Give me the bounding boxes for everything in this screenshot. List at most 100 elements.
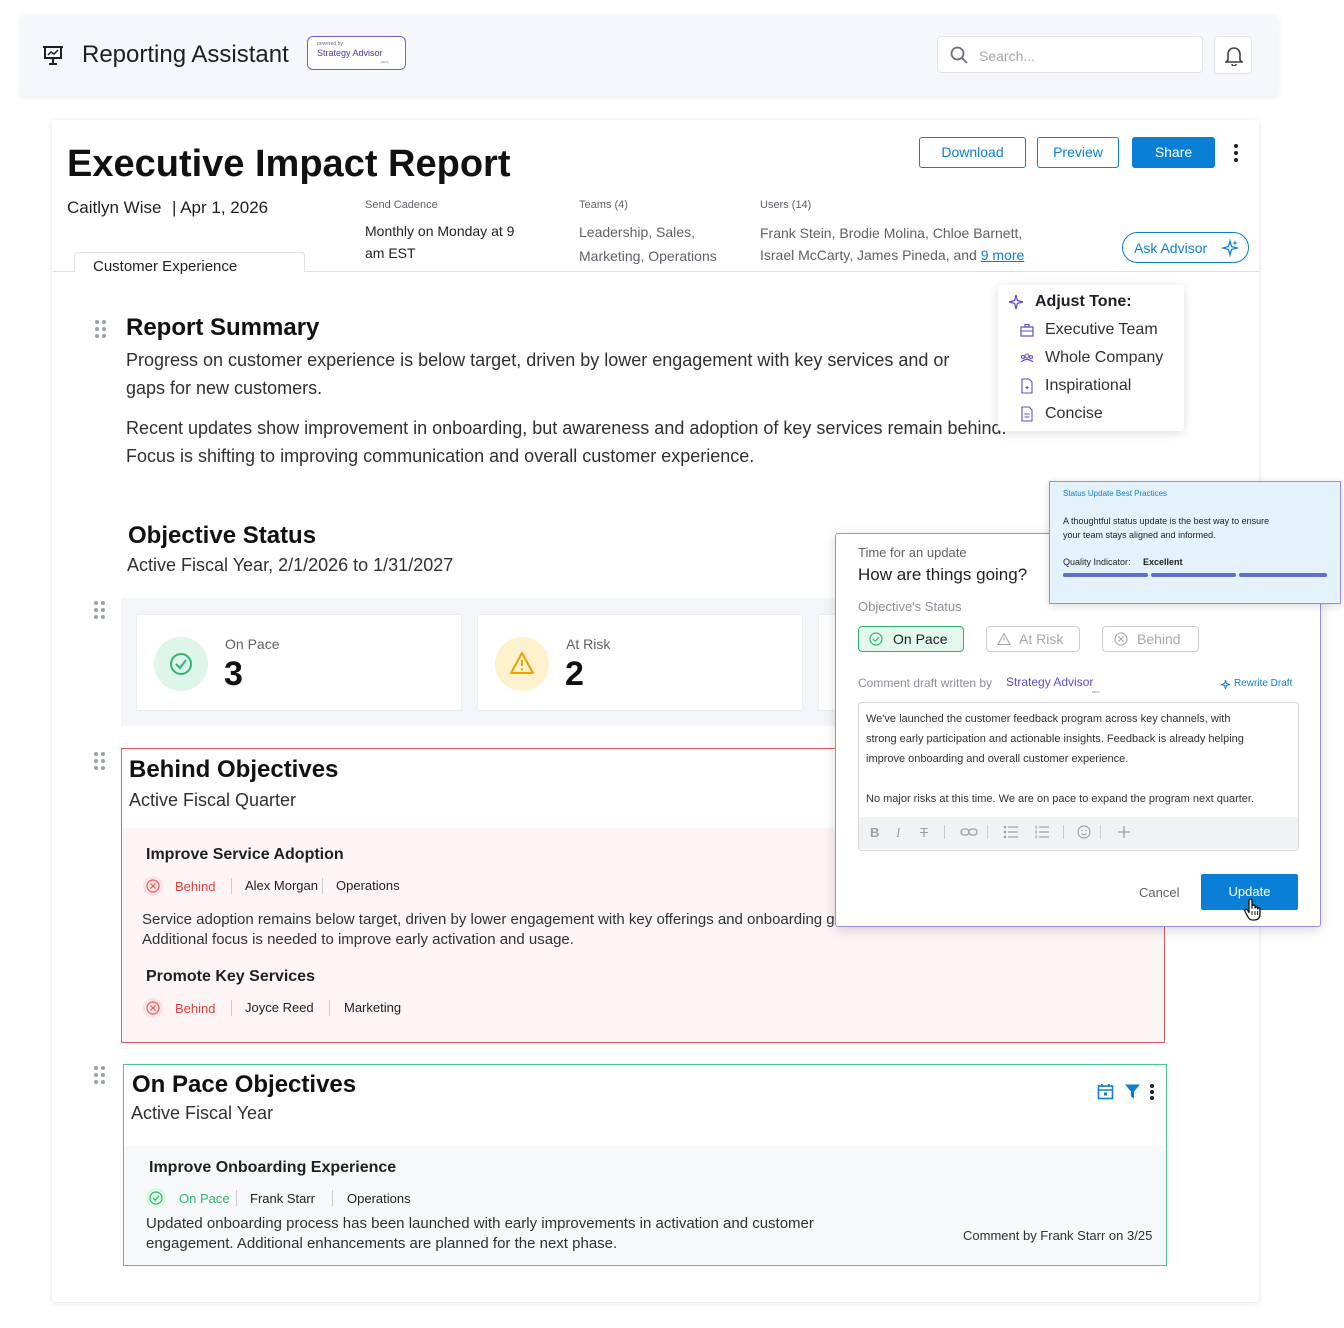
briefcase-icon — [1020, 323, 1034, 337]
status-option-on-pace[interactable]: On Pace — [858, 626, 964, 652]
tone-option-executive-team[interactable]: Executive Team — [998, 319, 1184, 345]
objective-team: Operations — [347, 1191, 411, 1206]
draft-text-line: strong early participation and actionabl… — [866, 733, 1244, 745]
teams-value-1: Leadership, Sales, — [579, 224, 695, 240]
quality-bar-segment — [1151, 573, 1236, 577]
drag-handle-icon[interactable] — [94, 752, 106, 772]
draft-text-line: We've launched the customer feedback pro… — [866, 713, 1231, 725]
tab-label: Customer Experience — [93, 258, 238, 275]
numbered-list-icon[interactable] — [1034, 825, 1050, 839]
filter-icon[interactable] — [1124, 1083, 1141, 1100]
quality-indicator-label: Quality Indicator: — [1063, 557, 1131, 567]
status-field-label: Objective's Status — [858, 599, 962, 614]
behind-objectives-title: Behind Objectives — [129, 756, 339, 783]
calendar-icon[interactable] — [1097, 1083, 1114, 1100]
objective-comment-line1: Service adoption remains below target, d… — [142, 911, 852, 928]
warning-icon — [495, 637, 549, 691]
strikethrough-icon[interactable]: T — [920, 825, 928, 840]
notifications-button[interactable] — [1214, 36, 1252, 74]
users-label: Users (14) — [760, 199, 812, 211]
tone-option-label: Concise — [1045, 405, 1103, 422]
more-menu-icon[interactable] — [1230, 143, 1242, 163]
bold-icon[interactable]: B — [870, 825, 879, 840]
objective-name[interactable]: Improve Service Adoption — [146, 846, 344, 864]
ask-advisor-button[interactable]: Ask Advisor — [1122, 232, 1249, 263]
editor-toolbar: B I T — [859, 817, 1298, 849]
tone-option-label: Executive Team — [1045, 321, 1158, 338]
drag-handle-icon[interactable] — [94, 601, 106, 621]
objective-name[interactable]: Promote Key Services — [146, 968, 315, 986]
sparkle-icon — [1008, 294, 1024, 310]
preview-button[interactable]: Preview — [1037, 137, 1119, 168]
bell-icon — [1225, 47, 1243, 66]
report-author: Caitlyn Wise — [67, 198, 162, 217]
download-button[interactable]: Download — [919, 137, 1026, 168]
separator — [332, 1190, 333, 1206]
on-pace-objectives-title: On Pace Objectives — [132, 1071, 357, 1098]
summary-para1-line1: Progress on customer experience is below… — [126, 350, 950, 370]
cancel-button[interactable]: Cancel — [1139, 885, 1179, 900]
tone-option-concise[interactable]: Concise — [998, 403, 1184, 429]
status-badge: On Pace — [179, 1191, 230, 1206]
draft-label: Comment draft written by — [858, 676, 993, 690]
stat-value: 2 — [565, 655, 584, 693]
badge-powered-by: powered by — [317, 41, 343, 47]
separator — [231, 1000, 232, 1016]
send-cadence-value-1: Monthly on Monday at 9 — [365, 223, 515, 239]
search-input[interactable]: Search... — [937, 36, 1203, 73]
status-option-label: On Pace — [893, 631, 948, 647]
best-practices-panel: Status Update Best Practices A thoughtfu… — [1049, 481, 1341, 604]
dialog-title: How are things going? — [858, 565, 1028, 584]
share-button[interactable]: Share — [1132, 137, 1215, 168]
more-users-link[interactable]: 9 more — [981, 247, 1025, 263]
drag-handle-icon[interactable] — [94, 1066, 106, 1086]
tab-customer-experience[interactable]: Customer Experience — [74, 252, 305, 275]
status-option-at-risk[interactable]: At Risk — [986, 626, 1080, 652]
quality-indicator-value: Excellent — [1143, 557, 1183, 567]
objective-name[interactable]: Improve Onboarding Experience — [149, 1159, 396, 1177]
report-date: | Apr 1, 2026 — [172, 198, 269, 217]
status-badge: Behind — [175, 879, 216, 894]
report-summary-title: Report Summary — [126, 314, 320, 341]
separator — [1100, 825, 1101, 839]
dialog-eyebrow: Time for an update — [858, 545, 967, 560]
separator — [322, 878, 323, 894]
adjust-tone-title: Adjust Tone: — [1035, 293, 1132, 310]
objective-owner: Alex Morgan — [245, 878, 318, 893]
on-pace-objectives-subtitle: Active Fiscal Year — [131, 1103, 274, 1123]
draft-text-line: No major risks at this time. We are on p… — [866, 793, 1255, 805]
x-circle-icon — [143, 876, 163, 896]
bullet-list-icon[interactable] — [1003, 825, 1019, 839]
separator — [231, 878, 232, 894]
draft-text-line: improve onboarding and overall customer … — [866, 753, 1129, 765]
emoji-icon[interactable] — [1077, 825, 1091, 839]
stat-card-on-pace: On Pace 3 — [136, 614, 462, 711]
plus-icon[interactable] — [1117, 825, 1131, 839]
stat-label: At Risk — [566, 636, 611, 652]
more-menu-icon[interactable] — [1147, 1083, 1157, 1101]
status-option-label: Behind — [1137, 631, 1181, 647]
x-circle-icon — [1114, 632, 1128, 646]
quality-bar-segment — [1063, 573, 1148, 577]
stat-value: 3 — [224, 655, 243, 693]
stat-label: On Pace — [225, 636, 280, 652]
status-option-label: At Risk — [1019, 631, 1064, 647]
link-icon[interactable] — [960, 826, 978, 838]
separator — [944, 825, 945, 839]
tone-option-inspirational[interactable]: Inspirational — [998, 375, 1184, 401]
users-value-1: Frank Stein, Brodie Molina, Chloe Barnet… — [760, 225, 1023, 241]
best-practices-body-line: your team stays aligned and informed. — [1063, 530, 1216, 540]
users-value-2: Israel McCarty, James Pineda, and — [760, 247, 977, 263]
document-sparkle-icon — [1021, 378, 1033, 394]
drag-handle-icon[interactable] — [95, 320, 107, 340]
italic-icon[interactable]: I — [896, 825, 900, 841]
tone-option-whole-company[interactable]: Whole Company — [998, 347, 1184, 373]
document-icon — [1021, 406, 1033, 422]
send-cadence-value-2: am EST — [365, 245, 416, 261]
objective-team: Marketing — [344, 1000, 402, 1015]
people-icon — [1020, 353, 1034, 363]
status-option-behind[interactable]: Behind — [1102, 626, 1199, 652]
objective-owner: Joyce Reed — [245, 1000, 314, 1015]
rewrite-draft-button[interactable]: Rewrite Draft — [1220, 678, 1302, 692]
separator — [987, 825, 988, 839]
